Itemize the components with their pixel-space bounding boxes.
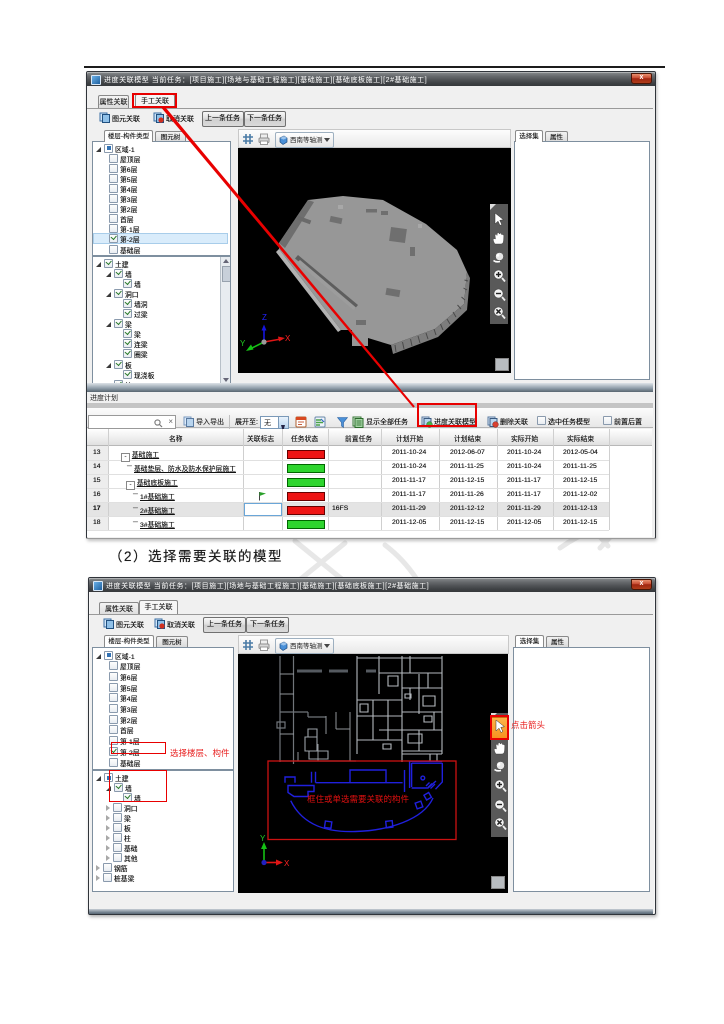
svg-text:X: X xyxy=(284,859,290,868)
svg-text:Y: Y xyxy=(260,834,266,843)
svg-text:Y: Y xyxy=(240,339,246,348)
svg-text:Z: Z xyxy=(262,313,267,322)
svg-text:X: X xyxy=(285,334,291,343)
